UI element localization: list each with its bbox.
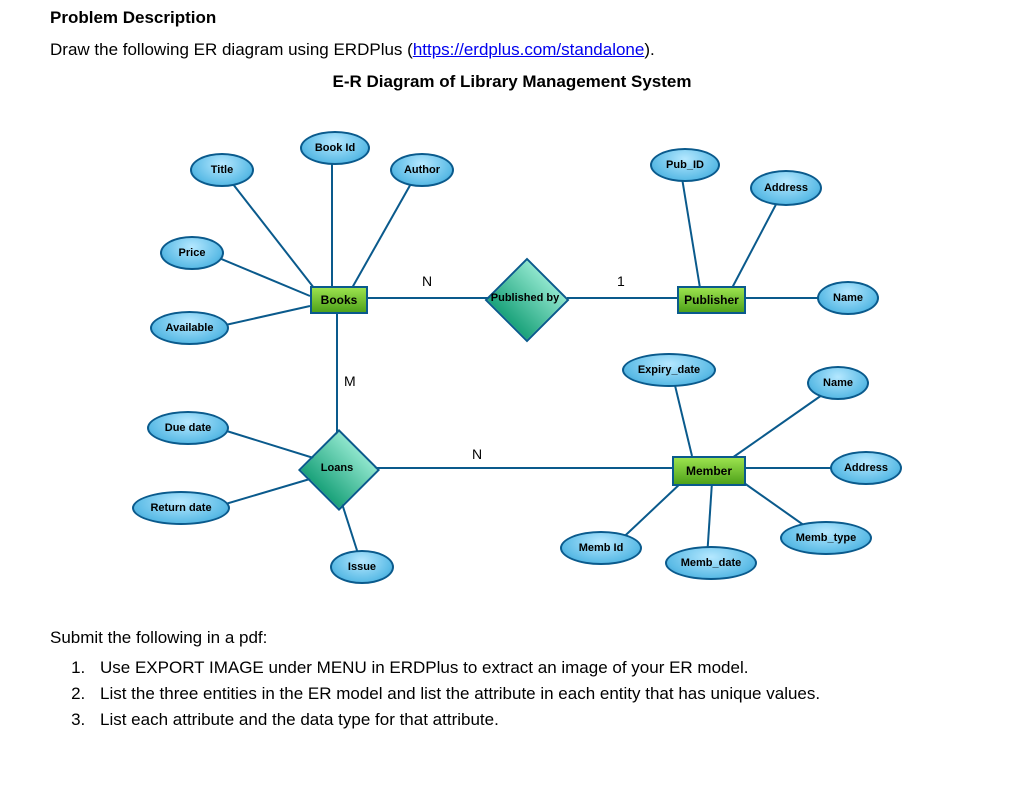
attr-title: Title (190, 153, 254, 187)
attr-memb-date: Memb_date (665, 546, 757, 580)
entity-member: Member (672, 456, 746, 486)
relationship-published-by-label: Published by (479, 270, 571, 326)
cardinality-1-publisher: 1 (617, 273, 625, 289)
er-diagram: Books Publisher Member Published by Loan… (62, 98, 962, 598)
attr-due-date: Due date (147, 411, 229, 445)
attr-book-id: Book Id (300, 131, 370, 165)
attr-address-pub: Address (750, 170, 822, 206)
intro-pre: Draw the following ER diagram using ERDP… (50, 40, 413, 59)
attr-pub-id: Pub_ID (650, 148, 720, 182)
cardinality-n-books: N (422, 273, 432, 289)
list-item: Use EXPORT IMAGE under MENU in ERDPlus t… (90, 658, 974, 678)
cardinality-n-member: N (472, 446, 482, 462)
attr-price: Price (160, 236, 224, 270)
attr-name-mem: Name (807, 366, 869, 400)
attr-address-mem: Address (830, 451, 902, 485)
attr-memb-id: Memb Id (560, 531, 642, 565)
submit-intro: Submit the following in a pdf: (50, 628, 974, 648)
attr-expiry-date: Expiry_date (622, 353, 716, 387)
attr-author: Author (390, 153, 454, 187)
entity-publisher: Publisher (677, 286, 746, 314)
list-item: List each attribute and the data type fo… (90, 710, 974, 730)
intro-post: ). (644, 40, 654, 59)
entity-books: Books (310, 286, 368, 314)
attr-name-pub: Name (817, 281, 879, 315)
cardinality-m-books: M (344, 373, 356, 389)
list-item: List the three entities in the ER model … (90, 684, 974, 704)
relationship-loans-label: Loans (310, 441, 364, 495)
intro-paragraph: Draw the following ER diagram using ERDP… (50, 40, 974, 60)
problem-heading: Problem Description (50, 8, 974, 28)
attr-available: Available (150, 311, 229, 345)
attr-memb-type: Memb_type (780, 521, 872, 555)
attr-issue: Issue (330, 550, 394, 584)
instructions-list: Use EXPORT IMAGE under MENU in ERDPlus t… (68, 658, 974, 730)
erdplus-link[interactable]: https://erdplus.com/standalone (413, 40, 645, 59)
attr-return-date: Return date (132, 491, 230, 525)
diagram-title: E-R Diagram of Library Management System (50, 72, 974, 92)
